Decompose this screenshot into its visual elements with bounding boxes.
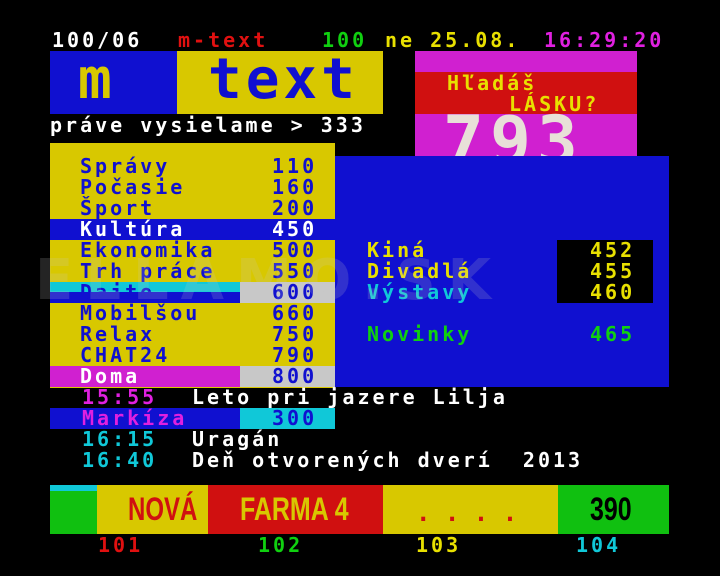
banner-farma: FARMA 4 [240, 491, 349, 527]
watermark: ELLAMO.SK [35, 248, 504, 313]
logo-text: text [208, 47, 359, 112]
fastext-yellow[interactable]: 103 [416, 535, 461, 556]
banner-page: 390 [590, 491, 632, 527]
banner-dots: . . . . [416, 499, 518, 527]
markiza-page[interactable]: 300 [272, 408, 317, 429]
schedule-time-3: 16:40 [82, 448, 158, 472]
fastext-green[interactable]: 102 [258, 535, 303, 556]
clock: 16:29:20 [544, 28, 665, 52]
banner-nova: NOVÁ [128, 491, 198, 527]
schedule-title-2[interactable]: Uragán [192, 429, 282, 450]
promo-banner[interactable]: NOVÁ FARMA 4 . . . . 390 [50, 485, 669, 534]
logo: m text [50, 47, 383, 114]
date: ne 25.08. [385, 28, 521, 52]
now-playing[interactable]: práve vysielame > 333 [50, 115, 366, 136]
markiza-label[interactable]: Markíza [82, 408, 187, 429]
schedule-title-1[interactable]: Leto pri jazere Lilja [192, 387, 508, 408]
schedule-time-2: 16:15 [82, 427, 158, 451]
teletext-screen: { "header": { "page": "100/06", "brand":… [0, 0, 720, 576]
schedule-title-3[interactable]: Deň otvorených dverí 2013 [192, 450, 583, 471]
schedule-time-1: 15:55 [82, 385, 158, 409]
logo-m: m [78, 47, 114, 112]
fastext-cyan[interactable]: 104 [576, 535, 621, 556]
fastext-red[interactable]: 101 [98, 535, 143, 556]
ad-line1: Hľadáš [447, 71, 538, 95]
